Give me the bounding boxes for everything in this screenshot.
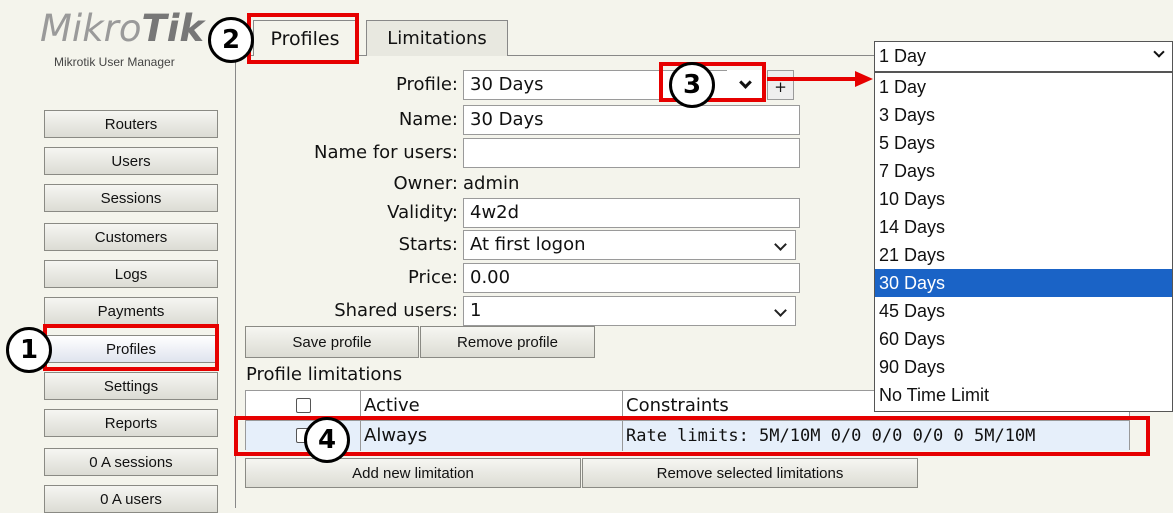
mikrotik-logo: MikroTik bbox=[40, 6, 204, 52]
dropdown-option-60-days[interactable]: 60 Days bbox=[875, 325, 1172, 353]
annotation-marker-2: 2 bbox=[208, 17, 254, 63]
remove-limitations-button[interactable]: Remove selected limitations bbox=[582, 458, 918, 488]
logo-bold-text: Tik bbox=[141, 7, 205, 50]
sidebar-item-reports[interactable]: Reports bbox=[44, 409, 218, 437]
dropdown-option-3-days[interactable]: 3 Days bbox=[875, 101, 1172, 129]
select-all-checkbox[interactable] bbox=[296, 398, 311, 413]
validity-label: Validity: bbox=[387, 202, 458, 223]
dropdown-option-5-days[interactable]: 5 Days bbox=[875, 129, 1172, 157]
shared-users-label: Shared users: bbox=[334, 300, 458, 321]
owner-label: Owner: bbox=[393, 173, 458, 194]
add-limitation-button[interactable]: Add new limitation bbox=[245, 458, 581, 488]
dropdown-options-list: 1 Day 3 Days 5 Days 7 Days 10 Days 14 Da… bbox=[874, 72, 1173, 412]
starts-label: Starts: bbox=[398, 234, 458, 255]
dropdown-option-14-days[interactable]: 14 Days bbox=[875, 213, 1172, 241]
chevron-down-icon bbox=[1153, 46, 1165, 58]
tab-limitations[interactable]: Limitations bbox=[366, 20, 508, 56]
highlight-box-limitation-row bbox=[234, 416, 1150, 456]
name-for-users-field[interactable] bbox=[463, 138, 800, 168]
sidebar-item-settings[interactable]: Settings bbox=[44, 372, 218, 400]
name-field[interactable]: 30 Days bbox=[463, 105, 800, 135]
validity-field[interactable]: 4w2d bbox=[463, 198, 800, 228]
remove-profile-button[interactable]: Remove profile bbox=[420, 326, 595, 358]
annotation-arrow-head-icon bbox=[855, 71, 873, 87]
dropdown-option-10-days[interactable]: 10 Days bbox=[875, 185, 1172, 213]
dropdown-option-no-time-limit[interactable]: No Time Limit bbox=[875, 381, 1172, 409]
sidebar-item-active-users[interactable]: 0 A users bbox=[44, 485, 218, 513]
dropdown-current-value[interactable]: 1 Day bbox=[874, 41, 1173, 72]
logo-subtitle: Mikrotik User Manager bbox=[54, 55, 175, 69]
logo-light-text: Mikro bbox=[40, 7, 142, 50]
dropdown-option-21-days[interactable]: 21 Days bbox=[875, 241, 1172, 269]
dropdown-option-45-days[interactable]: 45 Days bbox=[875, 297, 1172, 325]
profile-limitations-title: Profile limitations bbox=[246, 364, 403, 385]
dropdown-option-7-days[interactable]: 7 Days bbox=[875, 157, 1172, 185]
dropdown-option-1-day[interactable]: 1 Day bbox=[875, 73, 1172, 101]
price-field[interactable]: 0.00 bbox=[463, 263, 800, 293]
annotation-marker-1: 1 bbox=[6, 327, 52, 373]
highlight-box-profiles-tab bbox=[247, 13, 359, 64]
dropdown-current-text: 1 Day bbox=[879, 46, 927, 66]
profile-label: Profile: bbox=[395, 74, 458, 95]
name-for-users-label: Name for users: bbox=[314, 142, 458, 163]
annotation-marker-3: 3 bbox=[669, 62, 715, 108]
highlight-box-profiles-sidebar bbox=[43, 324, 219, 371]
price-label: Price: bbox=[408, 267, 458, 288]
annotation-arrow-line bbox=[767, 77, 859, 81]
name-label: Name: bbox=[398, 109, 458, 130]
save-profile-button[interactable]: Save profile bbox=[245, 326, 419, 358]
sidebar-item-active-sessions[interactable]: 0 A sessions bbox=[44, 448, 218, 476]
shared-users-select[interactable]: 1 bbox=[463, 296, 796, 326]
owner-value: admin bbox=[463, 173, 520, 194]
starts-select[interactable]: At first logon bbox=[463, 230, 796, 260]
annotation-marker-4: 4 bbox=[304, 417, 350, 463]
dropdown-option-30-days[interactable]: 30 Days bbox=[875, 269, 1172, 297]
dropdown-option-90-days[interactable]: 90 Days bbox=[875, 353, 1172, 381]
add-profile-button[interactable]: + bbox=[767, 70, 794, 100]
